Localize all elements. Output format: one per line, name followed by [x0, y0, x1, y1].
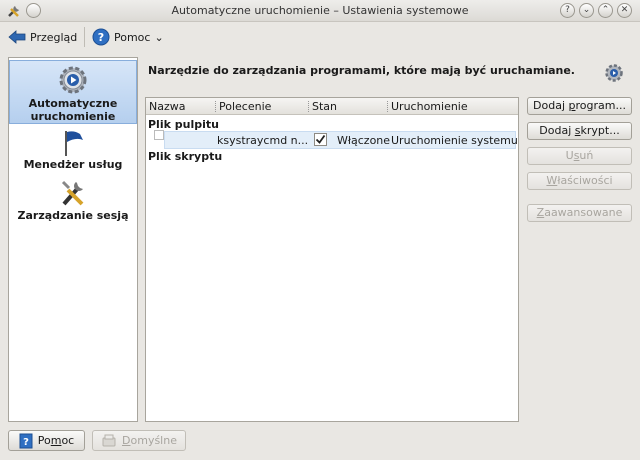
back-label: Przegląd	[30, 30, 78, 44]
help-label: Pomoc	[114, 30, 151, 44]
shade-window-button[interactable]: ⌄	[579, 3, 594, 18]
sidebar-item-service-manager[interactable]: Menedżer usług	[9, 128, 137, 174]
column-header-startup[interactable]: Uruchomienie	[391, 100, 468, 113]
toolbar: Przegląd ? Pomoc ⌄	[0, 22, 640, 52]
sidebar-item-label: Automatyczne uruchomienie	[28, 97, 118, 123]
back-arrow-icon	[8, 30, 26, 44]
row-checkbox-outline	[154, 130, 164, 140]
tools-icon	[61, 180, 84, 206]
back-to-overview-button[interactable]: Przegląd	[8, 26, 77, 48]
column-header-command[interactable]: Polecenie	[219, 100, 271, 113]
sidebar-item-label: Zarządzanie sesją	[17, 209, 129, 222]
help-book-icon: ?	[19, 433, 33, 448]
defaults-button[interactable]: Domyślne	[92, 430, 186, 451]
column-separator	[387, 101, 388, 112]
toolbar-separator	[84, 27, 85, 47]
title-bar: Automatyczne uruchomienie – Ustawienia s…	[0, 0, 640, 22]
row-startup: Uruchomienie systemu	[391, 134, 518, 147]
table-row[interactable]: ksystraycmd n... Włączone Uruchomienie s…	[164, 131, 518, 149]
close-window-button[interactable]: ✕	[617, 3, 632, 18]
add-program-button[interactable]: Dodaj program...	[527, 97, 632, 115]
help-footer-button[interactable]: ? Pomoc	[8, 430, 85, 451]
sidebar-item-label: Menedżer usług	[23, 158, 123, 171]
column-header-state[interactable]: Stan	[312, 100, 337, 113]
help-window-button[interactable]: ?	[560, 3, 575, 18]
svg-text:?: ?	[98, 31, 104, 44]
properties-button[interactable]: Właściwości	[527, 172, 632, 190]
minimize-window-button[interactable]: ⌃	[598, 3, 613, 18]
sidebar: Automatyczne uruchomienie Menedżer usług…	[8, 57, 138, 422]
checkmark-icon	[315, 134, 326, 144]
group-script-file[interactable]: Plik skryptu	[148, 150, 222, 163]
enabled-checkbox[interactable]	[314, 133, 327, 146]
remove-button[interactable]: Usuń	[527, 147, 632, 165]
chevron-down-icon: ⌄	[154, 30, 164, 44]
settings-gear-icon[interactable]	[604, 63, 624, 83]
add-script-button[interactable]: Dodaj skrypt...	[527, 122, 632, 140]
sidebar-item-autostart[interactable]: Automatyczne uruchomienie	[9, 60, 137, 124]
window-title: Automatyczne uruchomienie – Ustawienia s…	[171, 4, 469, 17]
row-command: ksystraycmd n...	[217, 134, 309, 147]
autostart-tree[interactable]: Nazwa Polecenie Stan Uruchomienie Plik p…	[145, 97, 519, 422]
flag-icon	[65, 131, 83, 156]
restore-defaults-icon	[102, 434, 116, 446]
tree-header: Nazwa Polecenie Stan Uruchomienie	[146, 98, 518, 115]
help-icon: ?	[92, 28, 110, 46]
sidebar-item-session-management[interactable]: Zarządzanie sesją	[9, 178, 137, 228]
page-heading: Narzędzie do zarządzania programami, któ…	[148, 64, 575, 77]
column-separator	[215, 101, 216, 112]
column-separator	[308, 101, 309, 112]
autostart-gear-icon	[59, 66, 87, 94]
help-menu-button[interactable]: ? Pomoc ⌄	[92, 26, 164, 48]
advanced-button[interactable]: Zaawansowane	[527, 204, 632, 222]
column-header-name[interactable]: Nazwa	[149, 100, 185, 113]
row-state: Włączone	[337, 134, 391, 147]
svg-text:?: ?	[23, 437, 29, 448]
